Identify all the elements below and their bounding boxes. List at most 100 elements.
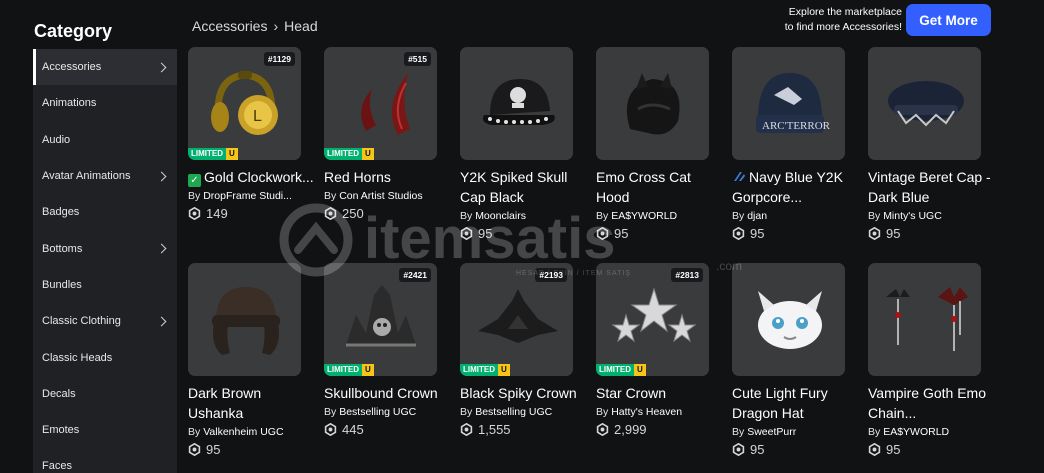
- item-thumbnail[interactable]: #515 LIMITED U: [324, 47, 437, 160]
- item-thumbnail[interactable]: [868, 47, 981, 160]
- sidebar-item-decals[interactable]: Decals: [33, 376, 177, 412]
- item-name-row[interactable]: Star Crown: [596, 383, 726, 403]
- item-creator[interactable]: Valkenheim UGC: [203, 426, 283, 438]
- item-card[interactable]: L #1129 LIMITED U ✓ Gold Clockwork... By DropF…: [188, 47, 318, 221]
- item-creator[interactable]: Con Artist Studios: [339, 190, 422, 202]
- item-price: 149: [206, 206, 228, 221]
- item-price-row: 95: [868, 226, 998, 241]
- item-creator[interactable]: djan: [747, 210, 767, 222]
- item-creator[interactable]: SweetPurr: [747, 426, 796, 438]
- item-name: Dark Brown Ushanka: [188, 385, 262, 421]
- item-name-row[interactable]: Black Spiky Crown: [460, 383, 590, 403]
- chevron-right-icon[interactable]: [156, 316, 167, 327]
- sidebar-item-label: Animations: [42, 97, 97, 110]
- item-creator[interactable]: EA$YWORLD: [611, 210, 677, 222]
- item-name-row[interactable]: Y2K Spiked Skull Cap Black: [460, 167, 590, 207]
- robux-icon: [868, 442, 881, 457]
- sidebar-item-classic-heads[interactable]: Classic Heads: [33, 339, 177, 375]
- item-creator-row: By DropFrame Studi...: [188, 190, 296, 202]
- get-more-button[interactable]: Get More: [906, 4, 991, 36]
- limited-badge: LIMITED U: [188, 148, 238, 160]
- sidebar-item-classic-clothing[interactable]: Classic Clothing: [33, 303, 177, 339]
- limited-badge: LIMITED U: [596, 364, 646, 376]
- limited-u-label: U: [498, 364, 510, 376]
- item-price: 95: [886, 226, 901, 241]
- spiked-skull-cap-icon: [472, 59, 562, 149]
- sidebar-item-bundles[interactable]: Bundles: [33, 267, 177, 303]
- item-price: 95: [478, 226, 493, 241]
- item-creator[interactable]: EA$YWORLD: [883, 426, 949, 438]
- item-card[interactable]: Emo Cross Cat Hood By EA$YWORLD 95: [596, 47, 726, 241]
- item-name-row[interactable]: Dark Brown Ushanka: [188, 383, 318, 423]
- item-creator[interactable]: Bestselling UGC: [475, 406, 552, 418]
- breadcrumb: Accessories › Head: [192, 18, 318, 34]
- item-creator[interactable]: DropFrame Studi...: [203, 190, 292, 202]
- item-name-row[interactable]: Cute Light Fury Dragon Hat: [732, 383, 862, 423]
- item-price-row: 250: [324, 206, 454, 221]
- item-creator[interactable]: Minty's UGC: [883, 210, 942, 222]
- sidebar-item-emotes[interactable]: Emotes: [33, 412, 177, 448]
- item-name-row[interactable]: Vintage Beret Cap - Dark Blue: [868, 167, 998, 207]
- item-name-row[interactable]: Emo Cross Cat Hood: [596, 167, 726, 207]
- item-card[interactable]: #2421 LIMITED U Skullbound Crown By Bestsell…: [324, 263, 454, 437]
- item-name-row[interactable]: ✓ Gold Clockwork...: [188, 167, 318, 187]
- item-name-row[interactable]: Vampire Goth Emo Chain...: [868, 383, 998, 423]
- limited-u-label: U: [226, 148, 238, 160]
- item-thumbnail[interactable]: [868, 263, 981, 376]
- sidebar-item-animations[interactable]: Animations: [33, 85, 177, 121]
- sidebar-item-avatar-animations[interactable]: Avatar Animations: [33, 158, 177, 194]
- sidebar-item-badges[interactable]: Badges: [33, 194, 177, 230]
- chevron-right-icon[interactable]: [156, 62, 167, 73]
- sidebar-item-faces[interactable]: Faces: [33, 448, 177, 473]
- item-price-row: 95: [188, 442, 318, 457]
- item-thumbnail[interactable]: L #1129 LIMITED U: [188, 47, 301, 160]
- item-card[interactable]: #2193 LIMITED U Black Spiky Crown By Bestsel…: [460, 263, 590, 437]
- by-label: By: [596, 406, 609, 418]
- item-card[interactable]: #515 LIMITED U Red Horns By Con Artist Studi…: [324, 47, 454, 221]
- item-card[interactable]: Vampire Goth Emo Chain... By EA$YWORLD 95: [868, 263, 998, 457]
- sidebar-item-accessories[interactable]: Accessories: [33, 49, 177, 86]
- item-price: 445: [342, 422, 364, 437]
- chevron-right-icon[interactable]: [156, 243, 167, 254]
- item-card[interactable]: Vintage Beret Cap - Dark Blue By Minty's …: [868, 47, 998, 241]
- item-creator[interactable]: Bestselling UGC: [339, 406, 416, 418]
- navy-beanie-icon: ARC'TERROR: [744, 59, 834, 149]
- sidebar-item-audio[interactable]: Audio: [33, 122, 177, 158]
- item-thumbnail[interactable]: #2421 LIMITED U: [324, 263, 437, 376]
- robux-icon: [732, 442, 745, 457]
- sidebar-item-bottoms[interactable]: Bottoms: [33, 230, 177, 266]
- item-price-row: 149: [188, 206, 318, 221]
- item-thumbnail[interactable]: [188, 263, 301, 376]
- item-name-row[interactable]: Skullbound Crown: [324, 383, 454, 403]
- item-thumbnail[interactable]: #2193 LIMITED U: [460, 263, 573, 376]
- item-thumbnail[interactable]: [596, 47, 709, 160]
- item-name: Vintage Beret Cap - Dark Blue: [868, 169, 991, 205]
- chevron-right-icon[interactable]: [156, 171, 167, 181]
- sidebar-item-label: Classic Heads: [42, 351, 113, 364]
- item-thumbnail[interactable]: ARC'TERROR: [732, 47, 845, 160]
- category-title: Category: [34, 21, 113, 41]
- item-creator-row: By djan: [732, 210, 840, 222]
- breadcrumb-separator: ›: [273, 18, 279, 34]
- item-card[interactable]: ARC'TERROR Navy Blue Y2K Gorpcore... By dj…: [732, 47, 862, 241]
- serial-badge: #2421: [399, 268, 431, 282]
- item-card[interactable]: Y2K Spiked Skull Cap Black By Moonclairs 9…: [460, 47, 590, 241]
- by-label: By: [460, 210, 473, 222]
- spiky-crown-icon: [472, 275, 562, 365]
- item-creator[interactable]: Moonclairs: [475, 210, 526, 222]
- item-creator[interactable]: Hatty's Heaven: [611, 406, 682, 418]
- item-card[interactable]: #2813 LIMITED U Star Crown By Hatty's Heaven…: [596, 263, 726, 437]
- item-thumbnail[interactable]: #2813 LIMITED U: [596, 263, 709, 376]
- item-thumbnail[interactable]: [460, 47, 573, 160]
- item-price-row: 95: [868, 442, 998, 457]
- limited-label: LIMITED: [460, 364, 498, 376]
- item-name-row[interactable]: Navy Blue Y2K Gorpcore...: [732, 167, 862, 207]
- item-card[interactable]: Dark Brown Ushanka By Valkenheim UGC 95: [188, 263, 318, 457]
- item-price-row: 445: [324, 422, 454, 437]
- breadcrumb-accessories[interactable]: Accessories: [192, 18, 267, 34]
- limited-label: LIMITED: [324, 148, 362, 160]
- star-crown-icon: [608, 275, 698, 365]
- item-card[interactable]: Cute Light Fury Dragon Hat By SweetPurr 95: [732, 263, 862, 457]
- item-thumbnail[interactable]: [732, 263, 845, 376]
- item-name-row[interactable]: Red Horns: [324, 167, 454, 187]
